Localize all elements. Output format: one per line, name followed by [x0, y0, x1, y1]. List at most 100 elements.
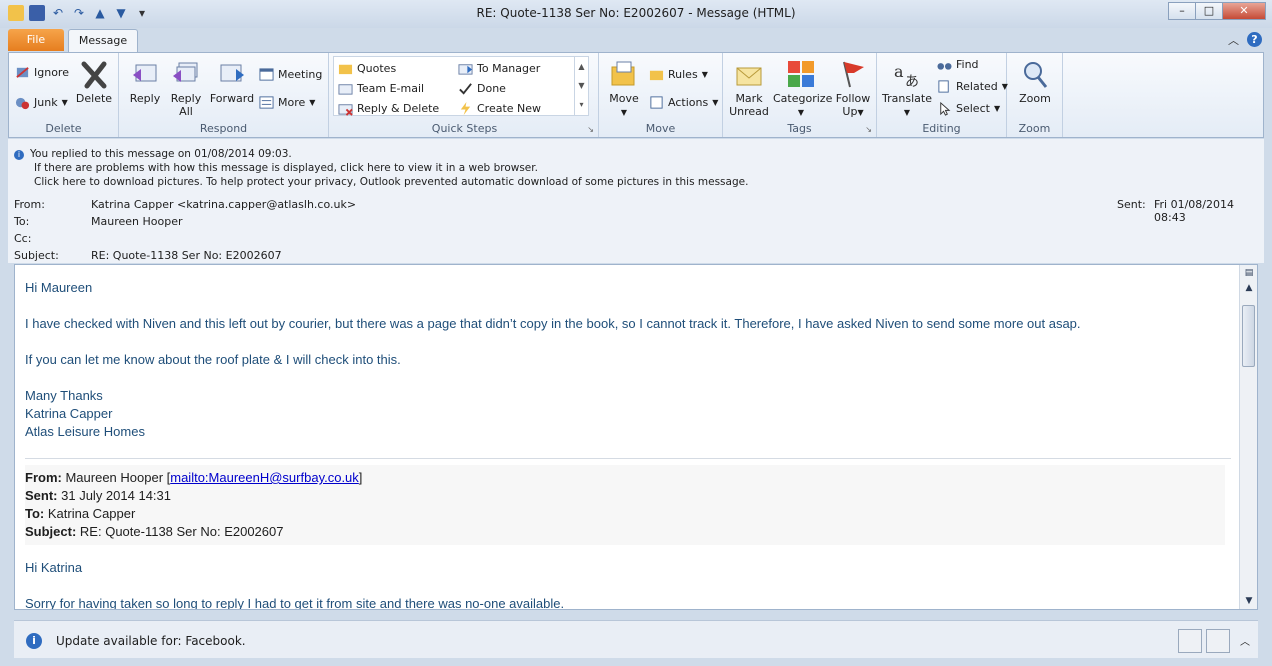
reply-all-icon — [173, 62, 198, 82]
move-button[interactable]: Move ▼ — [607, 59, 641, 119]
chevron-down-icon: ▼ — [701, 70, 708, 79]
quick-steps-scroll[interactable]: ▲ ▼ ▾ — [574, 57, 588, 115]
sent-label: Sent: — [1117, 198, 1146, 211]
quote-separator — [25, 458, 1231, 459]
group-zoom: Zoom Zoom — [1007, 53, 1063, 137]
group-move: Move ▼ Rules ▼ Actions ▼ Move — [599, 53, 723, 137]
quoted-header: From: Maureen Hooper [mailto:MaureenH@su… — [25, 465, 1225, 545]
find-button[interactable]: Find — [937, 57, 979, 72]
info-icon: i — [14, 150, 24, 160]
chevron-down-icon: ▼ — [857, 108, 864, 117]
delete-x-icon — [81, 61, 107, 89]
quickstep-done[interactable]: Done — [458, 81, 506, 96]
to-label: To: — [14, 215, 30, 228]
more-button[interactable]: More ▼ — [259, 95, 315, 110]
group-tags: Mark Unread Categorize ▼ Follow Up▼ Tags ↘ — [723, 53, 877, 137]
cc-label: Cc: — [14, 232, 32, 245]
sent-value: Fri 01/08/2014 08:43 — [1154, 198, 1235, 224]
signature-line: Atlas Leisure Homes — [25, 424, 145, 439]
quoted-paragraph: Sorry for having taken so long to reply … — [25, 596, 565, 610]
junk-button[interactable]: Junk ▼ — [15, 95, 68, 110]
meeting-button[interactable]: Meeting — [259, 67, 322, 82]
move-folder-icon — [611, 61, 635, 86]
ignore-button[interactable]: Ignore — [15, 65, 69, 80]
ignore-icon — [16, 67, 29, 78]
dialog-launcher-icon[interactable]: ↘ — [865, 125, 872, 134]
chevron-down-icon: ▼ — [797, 108, 805, 117]
body-paragraph: If you can let me know about the roof pl… — [25, 352, 401, 367]
related-icon — [938, 80, 949, 93]
status-text[interactable]: Update available for: Facebook. — [56, 634, 246, 648]
group-label-zoom: Zoom — [1018, 122, 1051, 135]
related-button[interactable]: Related ▼ — [937, 79, 1008, 94]
select-button[interactable]: Select ▼ — [937, 101, 1000, 116]
info-bar[interactable]: i You replied to this message on 01/08/20… — [14, 147, 748, 189]
quick-steps-gallery: Quotes Team E-mail Reply & Delete To Man… — [333, 56, 589, 116]
quickstep-team-email[interactable]: Team E-mail — [338, 81, 424, 96]
team-email-icon — [338, 84, 353, 95]
scroll-down-arrow[interactable]: ▼ — [1241, 594, 1257, 608]
dialog-launcher-icon[interactable]: ↘ — [587, 125, 594, 134]
close-button[interactable]: ✕ — [1222, 2, 1266, 20]
minimize-button[interactable]: – — [1168, 2, 1196, 20]
translate-button[interactable]: aあ Translate ▼ — [881, 59, 933, 119]
tab-message[interactable]: Message — [68, 29, 138, 52]
rules-button[interactable]: Rules ▼ — [649, 67, 708, 82]
group-label-move: Move — [645, 122, 676, 135]
svg-text:a: a — [894, 62, 904, 81]
quickstep-create-new[interactable]: Create New — [458, 101, 541, 116]
expand-pane-icon[interactable]: ︿ — [1240, 633, 1250, 648]
body-paragraph: I have checked with Niven and this left … — [25, 316, 1081, 331]
subject-value: RE: Quote-1138 Ser No: E2002607 — [91, 249, 282, 262]
binoculars-icon — [937, 63, 952, 70]
subject-label: Subject: — [14, 249, 59, 262]
chevron-down-icon: ▼ — [620, 108, 628, 117]
actions-icon — [650, 96, 663, 109]
reply-button[interactable]: Reply — [127, 59, 163, 105]
scroll-up-arrow[interactable]: ▲ — [1241, 281, 1257, 295]
chevron-down-icon: ▼ — [61, 98, 68, 107]
actions-button[interactable]: Actions ▼ — [649, 95, 718, 110]
mailto-link[interactable]: mailto:MaureenH@surfbay.co.uk — [170, 470, 359, 485]
people-pane-bar: i Update available for: Facebook. ︿ — [14, 620, 1258, 658]
mark-unread-icon — [736, 67, 762, 86]
follow-up-button[interactable]: Follow Up▼ — [833, 59, 873, 119]
chevron-down-icon: ▼ — [712, 98, 719, 107]
vertical-scrollbar[interactable]: ▤ ▲ ▼ — [1239, 265, 1257, 609]
flag-icon — [843, 61, 864, 88]
signature-line: Many Thanks — [25, 388, 103, 403]
avatar[interactable] — [1206, 629, 1230, 653]
lightning-icon — [460, 101, 471, 116]
tab-file[interactable]: File — [8, 29, 64, 51]
to-value[interactable]: Maureen Hooper — [91, 215, 183, 228]
group-label-delete: Delete — [45, 122, 82, 135]
group-respond: Reply Reply All Forward Meeting More ▼ Res… — [119, 53, 329, 137]
translate-icon: aあ — [894, 62, 919, 89]
forward-button[interactable]: Forward — [209, 59, 255, 105]
folder-icon — [338, 64, 353, 75]
zoom-button[interactable]: Zoom — [1015, 59, 1055, 105]
chevron-down-icon: ▼ — [903, 108, 911, 117]
ribbon: Ignore Junk ▼ Delete Delete Reply Reply Al… — [8, 52, 1264, 138]
delete-button[interactable]: Delete — [75, 59, 113, 105]
page-icon[interactable]: ▤ — [1241, 266, 1257, 280]
quickstep-reply-delete[interactable]: Reply & Delete — [338, 101, 439, 116]
help-icon[interactable]: ? — [1247, 32, 1262, 47]
junk-icon — [15, 97, 30, 110]
categorize-icon — [788, 61, 814, 87]
quickstep-to-manager[interactable]: To Manager — [458, 61, 540, 76]
avatar[interactable] — [1178, 629, 1202, 653]
quickstep-quotes[interactable]: Quotes — [338, 61, 396, 76]
maximize-button[interactable]: □ — [1195, 2, 1223, 20]
chevron-down-icon: ▼ — [993, 104, 1001, 113]
chevron-down-icon: ▼ — [309, 98, 316, 107]
group-label-editing: Editing — [922, 122, 961, 135]
scroll-thumb[interactable] — [1242, 305, 1255, 367]
reply-all-button[interactable]: Reply All — [169, 59, 203, 118]
forward-icon — [220, 64, 244, 82]
mark-unread-button[interactable]: Mark Unread — [729, 59, 769, 118]
collapse-ribbon-icon[interactable]: ︿ — [1228, 32, 1239, 48]
from-value[interactable]: Katrina Capper <katrina.capper@atlaslh.c… — [91, 198, 356, 211]
message-body[interactable]: Hi Maureen I have checked with Niven and… — [14, 264, 1258, 610]
categorize-button[interactable]: Categorize ▼ — [773, 59, 832, 119]
